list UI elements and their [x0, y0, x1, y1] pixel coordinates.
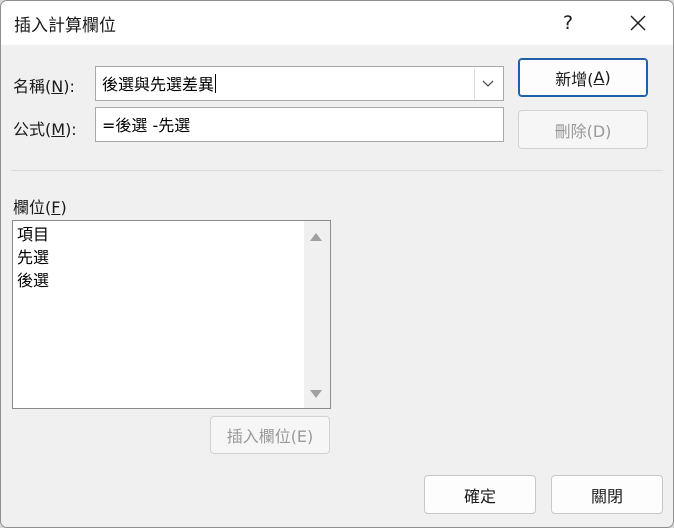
ok-button[interactable]: 確定	[424, 475, 536, 514]
name-dropdown-button[interactable]	[474, 69, 501, 99]
formula-label: 公式(M):	[13, 120, 77, 139]
fields-label: 欄位(F)	[13, 198, 67, 217]
help-button[interactable]: ?	[551, 7, 585, 39]
fields-list: 項目 先選 後選	[17, 223, 49, 292]
delete-button[interactable]: 刪除(D)	[518, 110, 648, 149]
text-caret	[215, 74, 217, 93]
dialog-title: 插入計算欄位	[14, 16, 116, 36]
formula-input-value: =後選 -先選	[102, 116, 191, 135]
name-combobox[interactable]: 後選與先選差異	[95, 66, 504, 101]
insert-field-button[interactable]: 插入欄位(E)	[210, 416, 330, 454]
vertical-scrollbar[interactable]	[304, 221, 330, 408]
title-bar: 插入計算欄位 ?	[1, 1, 673, 45]
close-icon	[630, 15, 646, 31]
name-input-value: 後選與先選差異	[102, 75, 215, 94]
list-item[interactable]: 項目	[17, 223, 49, 246]
chevron-down-icon	[482, 80, 494, 87]
insert-calculated-field-dialog: 插入計算欄位 ? 名稱(N): 後選與先選差異 公式(M): =後選 -先選 新…	[0, 0, 674, 528]
name-label: 名稱(N):	[13, 77, 75, 96]
help-icon: ?	[562, 12, 574, 34]
scroll-down-icon[interactable]	[310, 390, 322, 398]
formula-input[interactable]: =後選 -先選	[95, 107, 504, 142]
separator	[11, 170, 663, 171]
fields-listbox[interactable]: 項目 先選 後選	[12, 220, 331, 409]
close-button[interactable]: 關閉	[551, 475, 663, 514]
list-item[interactable]: 後選	[17, 269, 49, 292]
list-item[interactable]: 先選	[17, 246, 49, 269]
scroll-up-icon[interactable]	[310, 233, 322, 241]
add-button[interactable]: 新增(A)	[518, 58, 648, 97]
close-dialog-button[interactable]	[621, 7, 655, 39]
